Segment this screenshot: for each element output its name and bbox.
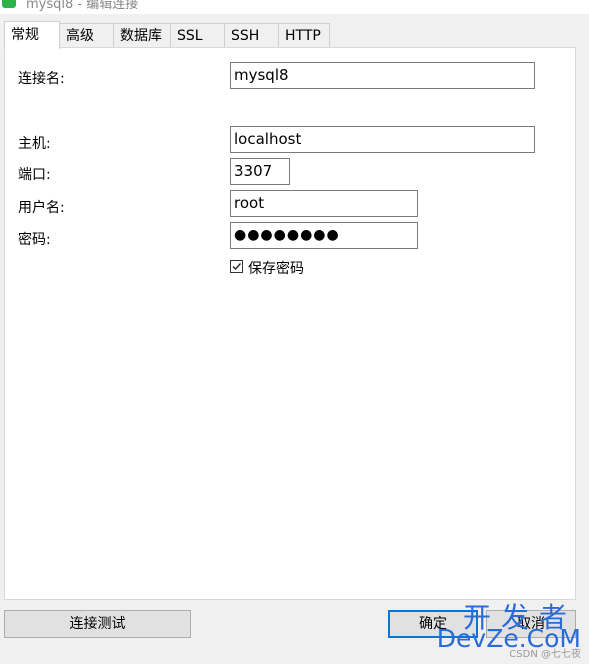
tab-advanced[interactable]: 高级 <box>59 23 114 47</box>
port-input[interactable]: 3307 <box>230 158 290 185</box>
test-connection-button[interactable]: 连接测试 <box>4 610 191 638</box>
cancel-button[interactable]: 取消 <box>486 610 576 638</box>
window-title: mysql8 - 编辑连接 <box>26 0 139 12</box>
ok-button[interactable]: 确定 <box>388 610 478 638</box>
tab-ssh[interactable]: SSH <box>224 23 279 47</box>
tab-ssl[interactable]: SSL <box>170 23 225 47</box>
app-icon <box>2 0 16 8</box>
connection-name-input[interactable]: mysql8 <box>230 62 535 89</box>
connection-name-label: 连接名: <box>18 71 65 87</box>
host-input[interactable]: localhost <box>230 126 535 153</box>
password-label: 密码: <box>18 232 51 248</box>
host-label: 主机: <box>18 136 51 152</box>
general-tab-panel: 连接名: mysql8 主机: localhost 端口: 3307 用户名: … <box>4 47 576 600</box>
watermark-credit: CSDN @七七夜 <box>509 649 581 660</box>
password-input[interactable]: ●●●●●●●● <box>230 222 418 249</box>
connection-dialog: mysql8 - 编辑连接 常规 高级 数据库 SSL SSH HTTP 连接名… <box>0 0 589 664</box>
tab-http[interactable]: HTTP <box>278 23 330 47</box>
tab-databases[interactable]: 数据库 <box>113 23 171 47</box>
tab-general[interactable]: 常规 <box>4 21 60 49</box>
checkmark-icon <box>232 263 242 271</box>
username-label: 用户名: <box>18 200 65 216</box>
port-label: 端口: <box>18 167 51 183</box>
username-input[interactable]: root <box>230 190 418 217</box>
save-password-label: 保存密码 <box>248 261 304 277</box>
save-password-checkbox[interactable] <box>230 260 243 273</box>
title-bar: mysql8 - 编辑连接 <box>0 0 589 14</box>
